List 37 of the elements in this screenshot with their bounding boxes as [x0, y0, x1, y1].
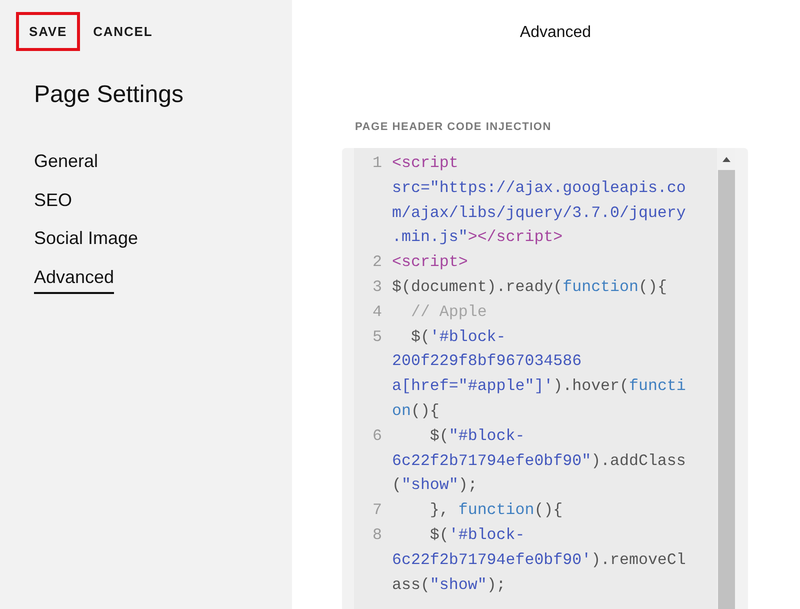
- line-number: 2: [372, 252, 382, 274]
- code-line: ("show");: [392, 475, 478, 496]
- scroll-up-arrow-icon[interactable]: [722, 157, 730, 162]
- line-number: 4: [372, 302, 382, 323]
- code-line: ass("show");: [392, 574, 506, 596]
- code-line: <script: [392, 153, 458, 174]
- sidebar-nav-item[interactable]: Social Image: [34, 226, 138, 256]
- code-line: 6c22f2b71794efe0bf90').removeCl: [392, 550, 686, 571]
- code-line: $('#block-: [428, 524, 525, 546]
- code-editor-field[interactable]: [342, 148, 748, 609]
- code-line: $(document).ready(function(){: [392, 276, 667, 298]
- save-button[interactable]: SAVE: [16, 12, 80, 51]
- code-line: .min.js"></script>: [392, 227, 563, 248]
- line-number: 7: [372, 500, 382, 522]
- code-line: src="https://ajax.googleapis.co: [392, 178, 686, 199]
- sidebar-nav-item[interactable]: SEO: [34, 188, 72, 217]
- line-number: 8: [372, 524, 382, 546]
- line-number: 3: [372, 276, 382, 298]
- field-label: PAGE HEADER CODE INJECTION: [355, 121, 552, 133]
- code-line: 6c22f2b71794efe0bf90").addClass: [392, 450, 686, 472]
- line-number: 1: [372, 153, 382, 174]
- sidebar-nav-item[interactable]: Advanced: [34, 265, 114, 294]
- cancel-button[interactable]: CANCEL: [80, 12, 166, 51]
- line-number: 5: [372, 326, 382, 348]
- code-line: $('#block-: [410, 326, 506, 348]
- code-line: a[href="#apple"]').hover(functi: [392, 376, 686, 398]
- code-line: // Apple: [410, 302, 487, 323]
- line-number: 6: [372, 426, 382, 447]
- code-line: $("#block-: [428, 426, 525, 447]
- code-line: }, function(){: [428, 500, 563, 522]
- sidebar-nav-item[interactable]: General: [34, 149, 98, 178]
- code-line: m/ajax/libs/jquery/3.7.0/jquery: [392, 202, 686, 224]
- code-line: <script>: [392, 252, 468, 274]
- code-line: on(){: [392, 400, 440, 422]
- code-line: 200f229f8bf967034586: [392, 351, 582, 372]
- page-title: Page Settings: [34, 80, 184, 110]
- panel-title: Advanced: [520, 23, 592, 43]
